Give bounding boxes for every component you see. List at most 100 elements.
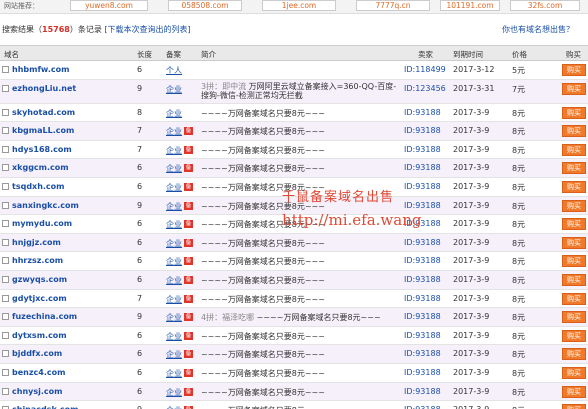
domain-link[interactable]: hdys168.com xyxy=(12,145,72,154)
buy-button[interactable]: 购买 xyxy=(562,366,586,379)
record-type-link[interactable]: 企业 xyxy=(166,201,182,212)
domain-link[interactable]: sanxingkc.com xyxy=(12,201,79,210)
domain-link[interactable]: bjddfx.com xyxy=(12,349,62,358)
seller-id-link[interactable]: ID:93188 xyxy=(404,349,441,358)
record-type-link[interactable]: 企业 xyxy=(166,238,182,249)
record-type-link[interactable]: 企业 xyxy=(166,256,182,267)
recommend-link[interactable]: 058508.com xyxy=(168,0,242,11)
row-checkbox[interactable] xyxy=(2,350,9,358)
record-type-link[interactable]: 企业 xyxy=(166,368,182,379)
row-checkbox[interactable] xyxy=(2,182,9,190)
seller-id-link[interactable]: ID:93188 xyxy=(404,108,441,117)
row-checkbox[interactable] xyxy=(2,313,9,321)
buy-button[interactable]: 购买 xyxy=(562,348,586,361)
domain-link[interactable]: hhrzsz.com xyxy=(12,256,63,265)
record-type-link[interactable]: 企业 xyxy=(166,219,182,230)
domain-link[interactable]: chnysj.com xyxy=(12,387,62,396)
seller-id-link[interactable]: ID:93188 xyxy=(404,201,441,210)
record-type-link[interactable]: 企业 xyxy=(166,331,182,342)
recommend-link[interactable]: 1jee.com xyxy=(262,0,336,11)
seller-id-link[interactable]: ID:93188 xyxy=(404,405,441,409)
domain-link[interactable]: tsqdxh.com xyxy=(12,182,65,191)
seller-id-link[interactable]: ID:118499 xyxy=(404,65,446,74)
seller-id-link[interactable]: ID:93188 xyxy=(404,294,441,303)
row-checkbox[interactable] xyxy=(2,201,9,209)
seller-id-link[interactable]: ID:123456 xyxy=(404,84,446,93)
domain-link[interactable]: mymydu.com xyxy=(12,219,72,228)
domain-link[interactable]: chinacdsk.com xyxy=(12,405,78,409)
buy-button[interactable]: 购买 xyxy=(562,385,586,398)
row-checkbox[interactable] xyxy=(2,66,9,73)
buy-button[interactable]: 购买 xyxy=(562,218,586,231)
buy-button[interactable]: 购买 xyxy=(562,64,586,76)
seller-id-link[interactable]: ID:93188 xyxy=(404,145,441,154)
seller-id-link[interactable]: ID:93188 xyxy=(404,331,441,340)
row-checkbox[interactable] xyxy=(2,220,9,228)
row-checkbox[interactable] xyxy=(2,164,9,172)
seller-id-link[interactable]: ID:93188 xyxy=(404,182,441,191)
row-checkbox[interactable] xyxy=(2,238,9,246)
row-checkbox[interactable] xyxy=(2,387,9,395)
record-type-link[interactable]: 企业 xyxy=(166,182,182,193)
download-list-link[interactable]: [下载本次查询出的列表] xyxy=(104,25,190,34)
seller-id-link[interactable]: ID:93188 xyxy=(404,312,441,321)
record-type-link[interactable]: 企业 xyxy=(166,349,182,360)
buy-button[interactable]: 购买 xyxy=(562,106,586,119)
row-checkbox[interactable] xyxy=(2,368,9,376)
record-type-link[interactable]: 个人 xyxy=(166,65,182,76)
record-type-link[interactable]: 企业 xyxy=(166,84,182,95)
seller-id-link[interactable]: ID:93188 xyxy=(404,275,441,284)
seller-id-link[interactable]: ID:93188 xyxy=(404,387,441,396)
seller-id-link[interactable]: ID:93188 xyxy=(404,219,441,228)
buy-button[interactable]: 购买 xyxy=(562,236,586,249)
buy-button[interactable]: 购买 xyxy=(562,199,586,212)
seller-id-link[interactable]: ID:93188 xyxy=(404,256,441,265)
recommend-link[interactable]: 32fs.com xyxy=(510,0,580,11)
domain-link[interactable]: fuzechina.com xyxy=(12,312,77,321)
recommend-link[interactable]: 7777q.cn xyxy=(356,0,430,11)
record-type-link[interactable]: 企业 xyxy=(166,312,182,323)
buy-button[interactable]: 购买 xyxy=(562,180,586,193)
domain-link[interactable]: gzwyqs.com xyxy=(12,275,67,284)
buy-button[interactable]: 购买 xyxy=(562,143,586,156)
buy-button[interactable]: 购买 xyxy=(562,162,586,175)
row-checkbox[interactable] xyxy=(2,108,9,116)
record-type-link[interactable]: 企业 xyxy=(166,145,182,156)
buy-button[interactable]: 购买 xyxy=(562,404,586,409)
domain-link[interactable]: benzc4.com xyxy=(12,368,65,377)
domain-link[interactable]: hnjgjz.com xyxy=(12,238,61,247)
record-type-link[interactable]: 企业 xyxy=(166,294,182,305)
record-type-link[interactable]: 企业 xyxy=(166,275,182,286)
buy-button[interactable]: 购买 xyxy=(562,311,586,324)
row-checkbox[interactable] xyxy=(2,331,9,339)
domain-link[interactable]: kbgmaLL.com xyxy=(12,126,74,135)
row-checkbox[interactable] xyxy=(2,257,9,265)
record-type-link[interactable]: 企业 xyxy=(166,387,182,398)
domain-link[interactable]: skyhotad.com xyxy=(12,108,75,117)
buy-button[interactable]: 购买 xyxy=(562,125,586,138)
row-checkbox[interactable] xyxy=(2,275,9,283)
buy-button[interactable]: 购买 xyxy=(562,273,586,286)
recommend-link[interactable]: yuwen8.com xyxy=(70,0,148,11)
seller-id-link[interactable]: ID:93188 xyxy=(404,126,441,135)
buy-button[interactable]: 购买 xyxy=(562,329,586,342)
domain-link[interactable]: ezhongLiu.net xyxy=(12,84,76,93)
sell-domain-link[interactable]: 你也有域名想出售？ xyxy=(502,24,574,35)
row-checkbox[interactable] xyxy=(2,84,9,92)
record-type-link[interactable]: 企业 xyxy=(166,163,182,174)
seller-id-link[interactable]: ID:93188 xyxy=(404,163,441,172)
domain-link[interactable]: dytxsm.com xyxy=(12,331,67,340)
domain-link[interactable]: xkggcm.com xyxy=(12,163,69,172)
domain-link[interactable]: hhbmfw.com xyxy=(12,65,69,74)
record-type-link[interactable]: 企业 xyxy=(166,108,182,119)
row-checkbox[interactable] xyxy=(2,294,9,302)
record-type-link[interactable]: 企业 xyxy=(166,126,182,137)
seller-id-link[interactable]: ID:93188 xyxy=(404,238,441,247)
buy-button[interactable]: 购买 xyxy=(562,82,586,95)
seller-id-link[interactable]: ID:93188 xyxy=(404,368,441,377)
row-checkbox[interactable] xyxy=(2,127,9,135)
buy-button[interactable]: 购买 xyxy=(562,255,586,268)
recommend-link[interactable]: 101191.com xyxy=(440,0,500,11)
domain-link[interactable]: gdytjxc.com xyxy=(12,294,67,303)
record-type-link[interactable]: 企业 xyxy=(166,405,182,409)
